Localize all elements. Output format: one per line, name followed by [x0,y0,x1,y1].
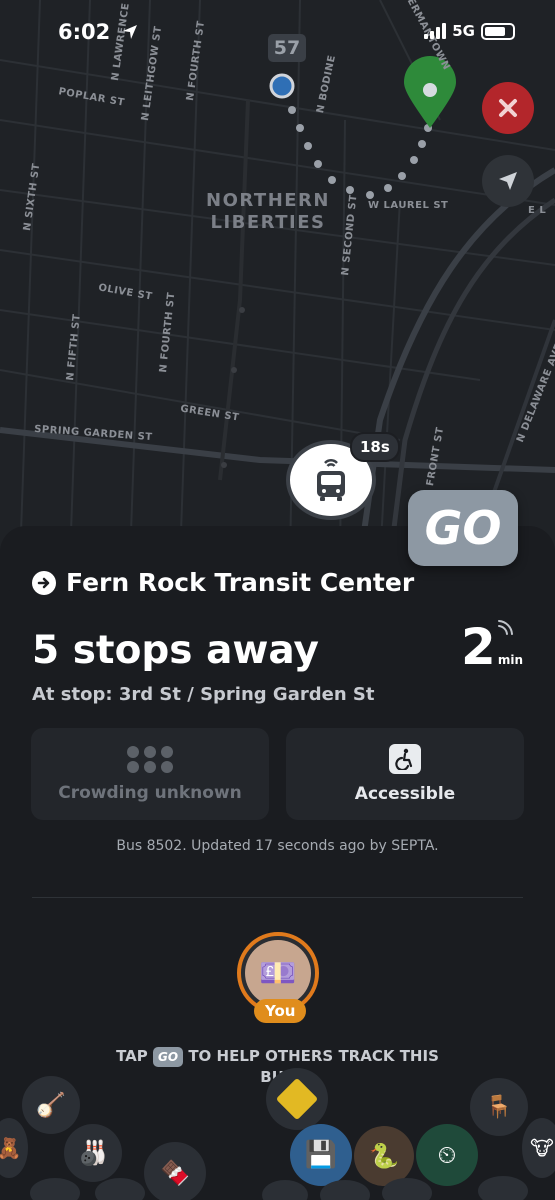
crowding-label: Crowding unknown [58,782,242,803]
arrow-right-icon [32,570,56,595]
update-info: Bus 8502. Updated 17 seconds ago by SEPT… [116,838,439,854]
rider-avatar[interactable]: 🐍 [354,1126,414,1186]
recenter-button[interactable] [482,155,534,207]
accessibility-card[interactable]: Accessible [286,728,524,820]
eta-unit: min [497,653,523,667]
wheelchair-icon [389,744,421,774]
go-pill: GO [153,1047,184,1067]
battery-icon [481,22,515,40]
rider-avatar[interactable]: 💾 [290,1124,352,1186]
current-stop: At stop: 3rd St / Spring Garden St [32,684,375,705]
cellular-signal-icon [424,23,447,39]
location-services-icon [122,25,137,39]
map-streets [0,0,555,560]
neighborhood-line-1: NORTHERN [206,190,330,211]
status-time: 6:02 [58,20,138,44]
accessibility-label: Accessible [354,784,456,804]
neighborhood-line-2: LIBERTIES [210,212,326,233]
you-badge: You [254,999,307,1023]
start-stop-marker [269,73,295,99]
rider-avatar[interactable] [478,1176,528,1200]
rider-avatar[interactable]: 🪑 [470,1078,528,1136]
rider-avatar[interactable]: 🐮 [522,1118,555,1178]
money-avatar-icon: 💷 [245,940,311,1006]
rider-avatar[interactable] [30,1178,80,1200]
destination-row: Fern Rock Transit Center [32,568,414,597]
close-icon [499,99,517,117]
eta-value: 2 [461,618,496,676]
close-button[interactable] [482,82,534,134]
rider-avatar[interactable] [382,1178,432,1200]
rider-avatar[interactable] [95,1178,145,1200]
eta: 2 min [461,618,523,676]
destination-name: Fern Rock Transit Center [66,568,415,597]
status-indicators: 5G [424,22,515,40]
crowding-icon [127,745,173,773]
rider-avatar[interactable] [266,1068,328,1130]
realtime-signal-icon [498,620,513,635]
rider-avatar[interactable]: 🪕 [22,1076,80,1134]
network-type: 5G [452,22,475,40]
location-arrow-icon [499,172,517,190]
divider [32,897,523,898]
status-time-text: 6:02 [58,20,111,44]
go-button[interactable]: GO [408,490,518,566]
tap-text-before: TAP [116,1047,148,1065]
neighborhood-label: NORTHERN LIBERTIES [206,190,330,234]
street-label: W LAUREL ST [368,200,449,211]
bus-update-seconds-badge: 18s [350,432,400,462]
rider-avatar[interactable]: ⏲ [416,1124,478,1186]
bus-icon [317,459,345,501]
rider-avatar[interactable]: 🍫 [144,1142,206,1200]
caution-sign-icon [275,1077,319,1121]
stops-away: 5 stops away [32,628,319,673]
bus-marker[interactable]: 18s [286,432,400,520]
route-number-badge: 57 [268,34,306,62]
map-view[interactable]: POPLAR ST N LAWRENCE ST N LEITHGOW ST N … [0,0,555,560]
rider-avatar[interactable]: 🎳 [64,1124,122,1182]
crowding-card[interactable]: Crowding unknown [31,728,269,820]
street-label: E L [528,205,547,216]
